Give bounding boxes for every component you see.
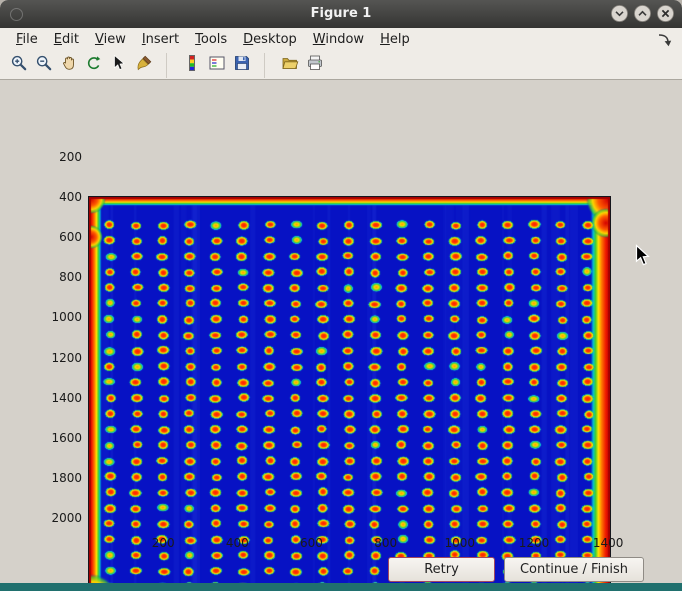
save-button[interactable] xyxy=(229,53,254,78)
menu-item-desktop[interactable]: Desktop xyxy=(235,30,305,49)
brush-button[interactable] xyxy=(131,53,156,78)
data-cursor-icon xyxy=(110,54,128,76)
y-tick-label: 800 xyxy=(42,270,82,284)
menu-item-tools[interactable]: Tools xyxy=(187,30,235,49)
menu-item-file[interactable]: File xyxy=(8,30,46,49)
open-button[interactable] xyxy=(277,53,302,78)
retry-button[interactable]: Retry xyxy=(388,557,495,582)
x-tick-label: 200 xyxy=(141,536,185,550)
open-icon xyxy=(281,54,299,76)
y-tick-label: 2000 xyxy=(42,511,82,525)
zoom-out-button[interactable] xyxy=(31,53,56,78)
y-tick-label: 1600 xyxy=(42,431,82,445)
minimize-button[interactable] xyxy=(611,5,628,22)
menu-item-insert[interactable]: Insert xyxy=(134,30,187,49)
toolbar-group xyxy=(6,53,156,78)
y-tick-label: 200 xyxy=(42,150,82,164)
data-cursor-button[interactable] xyxy=(106,53,131,78)
toolbar-group xyxy=(264,53,327,78)
rotate-3d-button[interactable] xyxy=(81,53,106,78)
pan-icon xyxy=(60,54,78,76)
menu-item-edit[interactable]: Edit xyxy=(46,30,87,49)
x-tick-label: 1400 xyxy=(586,536,630,550)
zoom-out-icon xyxy=(35,54,53,76)
y-tick-label: 1000 xyxy=(42,310,82,324)
x-tick-label: 1200 xyxy=(512,536,556,550)
toolbar-group xyxy=(166,53,254,78)
rotate-3d-icon xyxy=(85,54,103,76)
menu-items: FileEditViewInsertToolsDesktopWindowHelp xyxy=(8,30,418,49)
close-button[interactable] xyxy=(657,5,674,22)
toolbar xyxy=(0,51,682,80)
brush-icon xyxy=(135,54,153,76)
menu-item-view[interactable]: View xyxy=(87,30,134,49)
y-tick-label: 1200 xyxy=(42,351,82,365)
insert-legend-button[interactable] xyxy=(204,53,229,78)
print-button[interactable] xyxy=(302,53,327,78)
x-tick-label: 1000 xyxy=(438,536,482,550)
dock-figure-icon[interactable] xyxy=(656,32,674,48)
maximize-button[interactable] xyxy=(634,5,651,22)
x-tick-label: 800 xyxy=(364,536,408,550)
colorbar-button[interactable] xyxy=(179,53,204,78)
y-tick-label: 1800 xyxy=(42,471,82,485)
zoom-in-button[interactable] xyxy=(6,53,31,78)
figure-window: Figure 1 FileEditViewInsertToolsDesktopW… xyxy=(0,0,682,591)
print-icon xyxy=(306,54,324,76)
zoom-in-icon xyxy=(10,54,28,76)
window-menu-button[interactable] xyxy=(10,8,23,21)
pan-button[interactable] xyxy=(56,53,81,78)
colorbar-icon xyxy=(183,54,201,76)
menu-item-window[interactable]: Window xyxy=(305,30,372,49)
plot-box xyxy=(88,196,611,591)
menu-item-help[interactable]: Help xyxy=(372,30,418,49)
heatmap-canvas[interactable] xyxy=(89,197,610,591)
insert-legend-icon xyxy=(208,54,226,76)
continue-finish-button[interactable]: Continue / Finish xyxy=(504,557,644,582)
x-tick-label: 600 xyxy=(289,536,333,550)
taskbar-strip xyxy=(0,583,682,591)
x-tick-label: 400 xyxy=(215,536,259,550)
y-tick-label: 1400 xyxy=(42,391,82,405)
y-tick-label: 600 xyxy=(42,230,82,244)
window-title: Figure 1 xyxy=(0,6,682,21)
y-tick-label: 400 xyxy=(42,190,82,204)
window-controls xyxy=(611,5,674,22)
menu-bar: FileEditViewInsertToolsDesktopWindowHelp xyxy=(0,28,682,51)
save-icon xyxy=(233,54,251,76)
title-bar[interactable]: Figure 1 xyxy=(0,0,682,28)
figure-area: 200 400 600 800 1000 1200 1400 1600 1800 2000 200… xyxy=(0,80,682,591)
